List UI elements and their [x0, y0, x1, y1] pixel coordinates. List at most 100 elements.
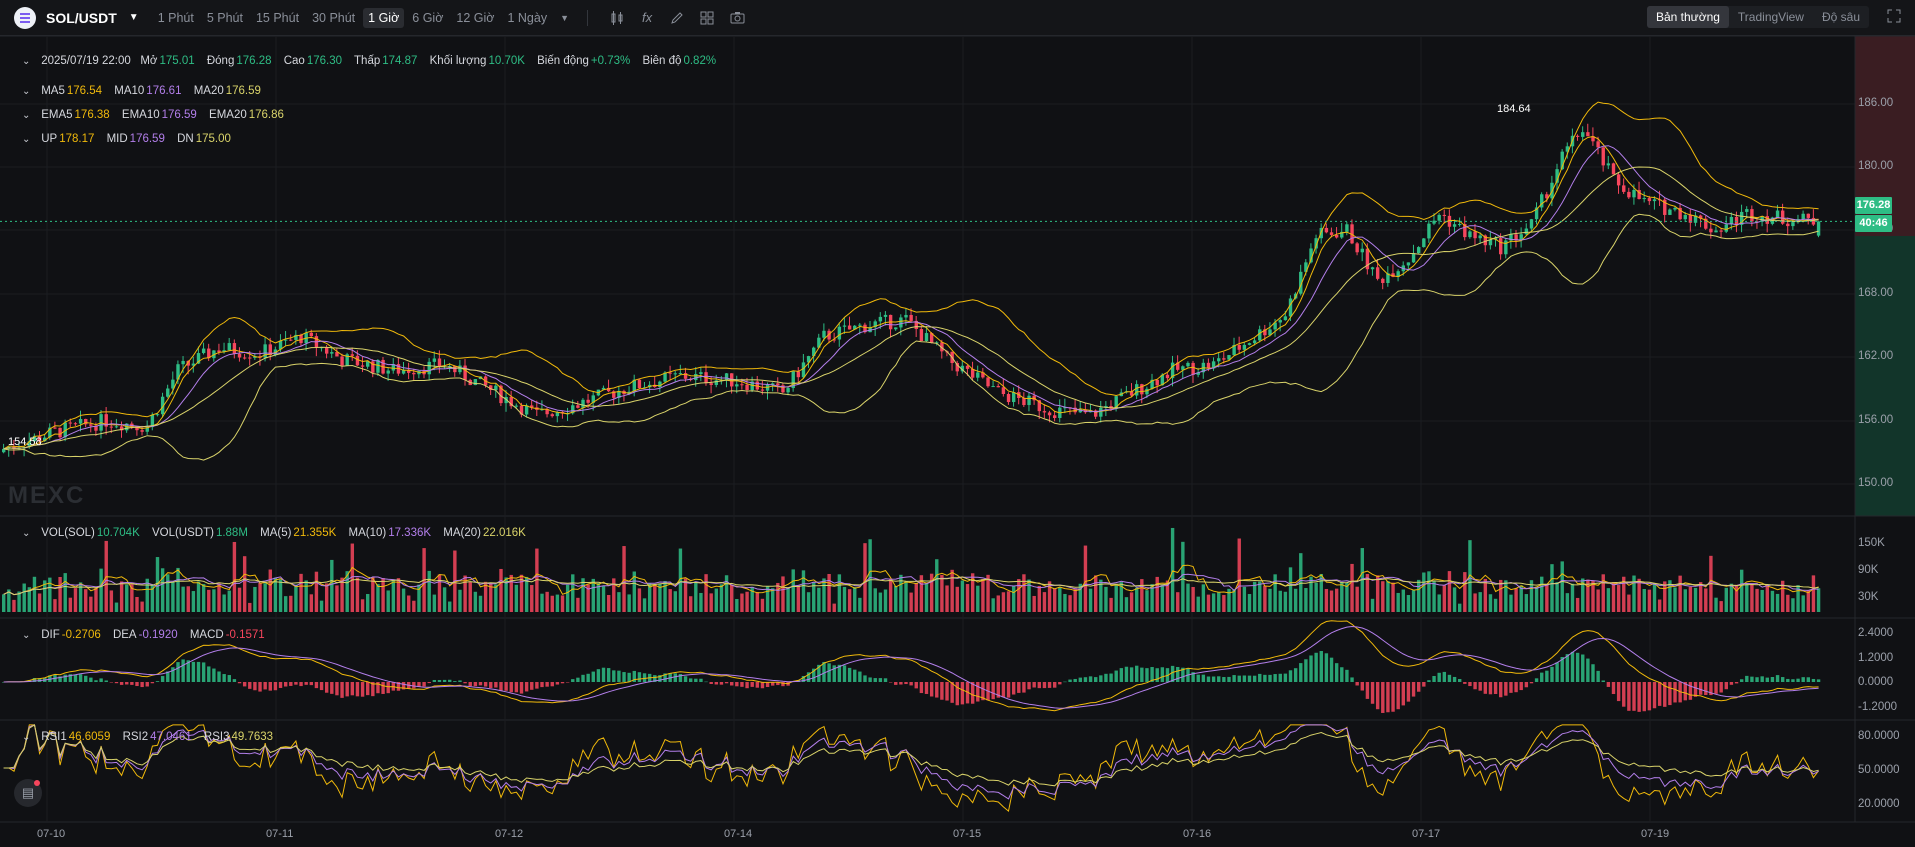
- macd-chevron-icon[interactable]: ⌄: [22, 630, 30, 641]
- macd-histogram-bar: [878, 678, 883, 682]
- volume-bar: [427, 570, 431, 612]
- macd-histogram-bar: [1114, 670, 1118, 682]
- volume-bar: [268, 569, 272, 612]
- volume-bar: [1406, 595, 1411, 612]
- candle-body: [1811, 217, 1816, 225]
- macd-histogram-bar: [222, 674, 226, 682]
- volume-bar: [1698, 582, 1703, 612]
- candle-body: [1601, 147, 1605, 166]
- volume-bar: [273, 577, 278, 612]
- candle-body: [1329, 232, 1334, 235]
- macd-histogram-bar: [555, 682, 560, 685]
- volume-bar: [314, 571, 319, 612]
- volume-bar: [489, 583, 493, 612]
- volume-bar: [1314, 582, 1318, 612]
- candle-body: [355, 355, 360, 366]
- volume-bar: [73, 588, 78, 612]
- candle-body: [1345, 224, 1349, 232]
- candle-body: [386, 370, 390, 374]
- macd-histogram-bar: [970, 682, 975, 704]
- macd-histogram-bar: [1247, 675, 1252, 682]
- macd-histogram-bar: [1657, 682, 1662, 706]
- candle-body: [1575, 135, 1580, 137]
- rsi-chevron-icon[interactable]: ⌄: [22, 732, 30, 743]
- volume-bar: [1791, 598, 1795, 612]
- candle-body: [550, 414, 554, 417]
- macd-histogram-bar: [73, 674, 78, 682]
- candle-body: [1478, 235, 1482, 239]
- macd-histogram-bar: [1688, 682, 1693, 700]
- macd-histogram-bar: [258, 682, 262, 692]
- volume-bar: [63, 573, 67, 612]
- volume-bar: [1186, 583, 1190, 612]
- volume-bar: [837, 574, 842, 612]
- macd-histogram-bar: [1242, 675, 1247, 682]
- macd-histogram-bar: [940, 682, 944, 700]
- macd-histogram-bar: [1591, 664, 1595, 682]
- macd-histogram-bar: [1545, 670, 1549, 682]
- candle-body: [1745, 209, 1749, 212]
- macd-histogram-bar: [1283, 673, 1288, 682]
- volume-bar: [386, 590, 390, 612]
- macd-histogram-bar: [84, 675, 88, 682]
- boll-chevron-icon[interactable]: ⌄: [22, 134, 30, 145]
- volume-bar: [1570, 583, 1575, 612]
- macd-histogram-bar: [483, 682, 488, 687]
- macd-histogram-bar: [268, 682, 272, 691]
- macd-histogram-bar: [248, 682, 252, 689]
- volume-bar: [207, 589, 211, 612]
- volume-bar: [1206, 594, 1211, 612]
- macd-histogram-bar: [273, 682, 278, 691]
- volume-bar: [176, 567, 180, 612]
- candle-body: [991, 386, 995, 388]
- dif-label: DIF: [41, 629, 60, 641]
- ma-chevron-icon[interactable]: ⌄: [22, 86, 30, 97]
- vol-chevron-icon[interactable]: ⌄: [22, 528, 30, 539]
- volume-bar: [217, 583, 221, 612]
- volume-bar: [591, 578, 595, 612]
- volume-bar: [442, 587, 447, 612]
- macd-histogram-bar: [1375, 682, 1380, 710]
- macd-histogram-bar: [586, 673, 590, 682]
- ema-legend: ⌄ EMA5 176.38 EMA10 176.59 EMA20 176.86: [22, 109, 293, 121]
- candle-body: [248, 357, 252, 359]
- volume-bar: [935, 559, 939, 612]
- macd-histogram-bar: [1801, 677, 1805, 682]
- volume-bar: [1037, 585, 1042, 612]
- macd-histogram-bar: [642, 673, 647, 682]
- collapse-chevron-icon[interactable]: ⌄: [22, 56, 30, 67]
- macd-histogram-bar: [1088, 676, 1093, 682]
- volume-bar: [1278, 590, 1282, 612]
- macd-histogram-bar: [1135, 665, 1139, 682]
- candle-body: [1135, 384, 1139, 396]
- macd-histogram-bar: [1760, 676, 1764, 682]
- volume-bar: [524, 576, 529, 612]
- macd-histogram-bar: [1391, 682, 1395, 712]
- volume-bar: [448, 601, 452, 612]
- ema-chevron-icon[interactable]: ⌄: [22, 110, 30, 121]
- kline-chart[interactable]: [0, 0, 1915, 847]
- candle-body: [68, 422, 73, 424]
- volume-bar: [965, 584, 970, 612]
- volume-bar: [1632, 575, 1636, 612]
- volume-bar: [1811, 575, 1816, 612]
- macd-histogram-bar: [1196, 674, 1200, 682]
- macd-label: MACD: [189, 629, 224, 641]
- macd-tick: -1.2000: [1858, 701, 1898, 713]
- volume-bar: [222, 594, 226, 612]
- volume-bar: [740, 593, 744, 612]
- macd-histogram-bar: [853, 669, 857, 682]
- notification-button[interactable]: ▤: [14, 779, 42, 807]
- candle-body: [847, 325, 852, 330]
- dif-value: -0.2706: [61, 629, 101, 641]
- macd-histogram-bar: [155, 681, 160, 682]
- volume-bar: [283, 596, 288, 612]
- volume-bar: [1401, 589, 1406, 612]
- macd-histogram-bar: [1083, 677, 1088, 682]
- volume-tick: 30K: [1858, 591, 1879, 603]
- macd-histogram-bar: [350, 682, 355, 696]
- candle-body: [1683, 215, 1687, 220]
- volume-bar: [1555, 582, 1559, 612]
- candle-body: [114, 426, 119, 428]
- rsi-tick: 20.0000: [1858, 798, 1900, 810]
